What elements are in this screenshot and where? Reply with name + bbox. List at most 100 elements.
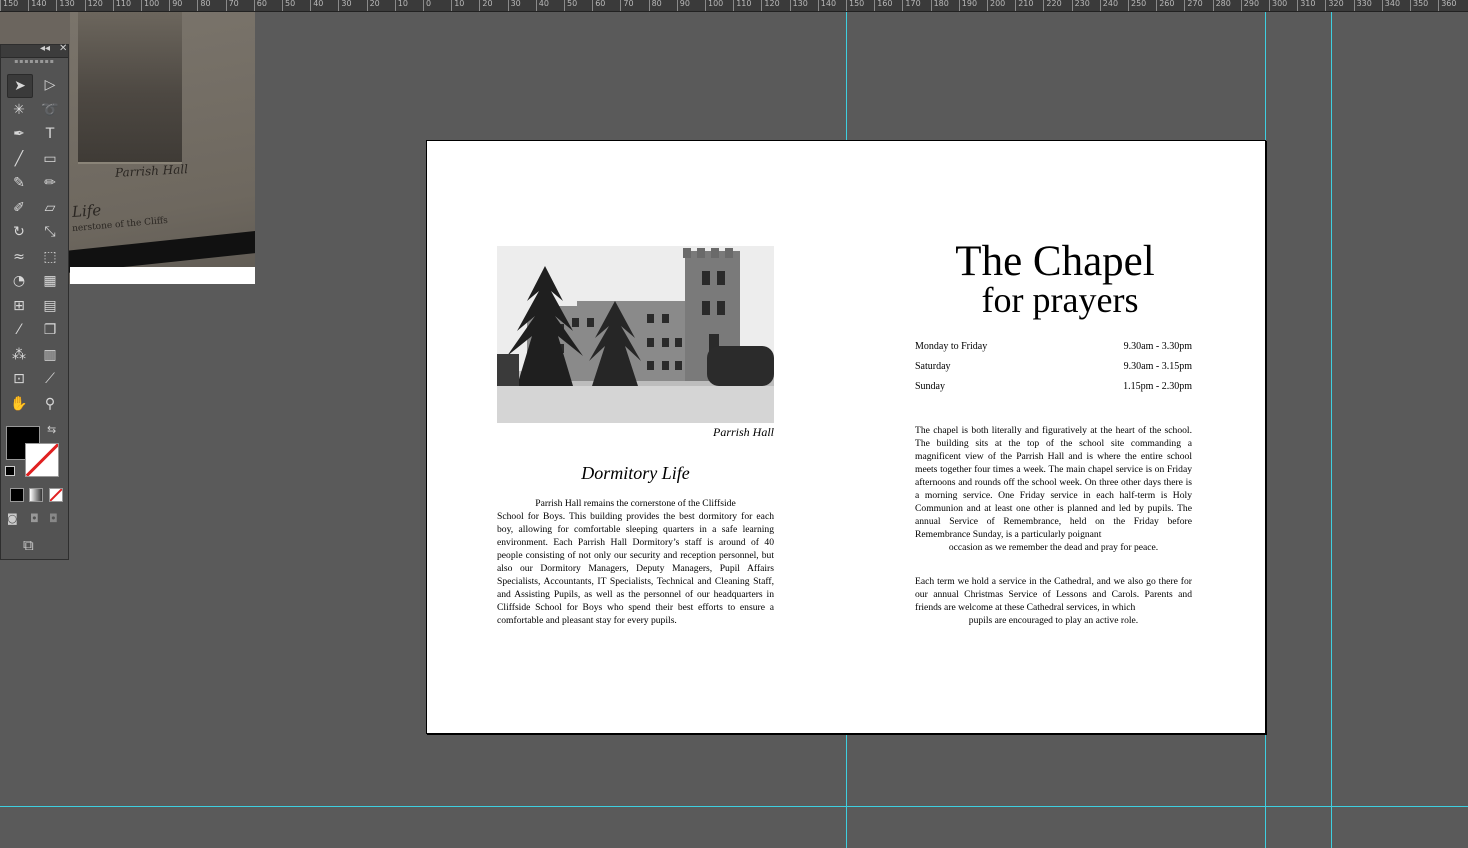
ruler-tick: 60 [253, 0, 267, 11]
chapel-paragraph-2-last-line: pupils are encouraged to play an active … [968, 615, 1139, 626]
none-mode-icon[interactable] [49, 488, 63, 502]
brush-icon: ✎ [13, 175, 25, 191]
tools-panel[interactable]: ◂◂ ✕ ▪▪▪▪▪▪▪▪ ⇆ ◙ ◘ ◘ ⧉ ➤ ▷ ✳ ➰ ✒ T ╱ ▭ ✎ ✏ ✐ ▱ ↻ ⤡ ≈ ⬚… [0, 43, 69, 560]
eyedropper-tool[interactable]: ⁄ [7, 319, 31, 341]
ruler-tick: 70 [225, 0, 239, 11]
tools-panel-titlebar[interactable]: ◂◂ ✕ [1, 43, 68, 58]
close-icon[interactable]: ✕ [59, 43, 67, 54]
free-transform-tool[interactable]: ⬚ [38, 246, 62, 268]
chapel-title[interactable]: The Chapel [900, 240, 1210, 284]
rectangle-icon: ▭ [43, 150, 57, 167]
horizontal-ruler[interactable]: 150 140 130 120 110 100 90 80 70 60 50 40 30 20 10 0 10 2… [0, 0, 1468, 12]
gradient-tool[interactable]: ▤ [38, 295, 62, 317]
shape-builder-tool[interactable]: ◔ [7, 270, 31, 292]
ruler-tick: 80 [197, 0, 211, 11]
scale-tool[interactable]: ⤡ [38, 221, 62, 243]
ruler-tick: 270 [1184, 0, 1203, 11]
ruler-tick: 50 [564, 0, 577, 11]
slice-icon: ⟋ [45, 371, 55, 387]
pen-icon: ✒ [13, 126, 25, 142]
line-icon: ╱ [14, 150, 24, 167]
pasteboard-title-fragment: Life [71, 201, 102, 221]
rectangle-tool[interactable]: ▭ [38, 148, 62, 170]
ruler-tick: 240 [1099, 0, 1118, 11]
ruler-tick: 60 [592, 0, 605, 11]
pen-tool[interactable]: ✒ [7, 123, 31, 145]
dormitory-title[interactable]: Dormitory Life [497, 463, 774, 484]
direct-selection-tool[interactable]: ▷ [38, 74, 62, 96]
arrow-icon: ➤ [14, 78, 26, 94]
magic-wand-tool[interactable]: ✳ [7, 99, 31, 121]
paintbrush-tool[interactable]: ✎ [7, 172, 31, 194]
chapel-subtitle[interactable]: for prayers [900, 281, 1220, 319]
perspective-grid-tool[interactable]: ▦ [38, 270, 62, 292]
mesh-tool[interactable]: ⊞ [7, 295, 31, 317]
rotate-tool[interactable]: ↻ [7, 221, 31, 243]
eraser-tool[interactable]: ▱ [38, 197, 62, 219]
line-tool[interactable]: ╱ [7, 148, 31, 170]
perspective-grid-icon: ▦ [43, 273, 57, 289]
chapel-paragraph-2[interactable]: Each term we hold a service in the Cathe… [915, 575, 1192, 627]
ruler-tick: 100 [705, 0, 723, 11]
schedule-day: Sunday [915, 381, 945, 392]
ruler-tick: 220 [1043, 0, 1062, 11]
blend-tool[interactable]: ❐ [38, 319, 62, 341]
ruler-tick: 40 [310, 0, 323, 11]
service-schedule[interactable]: Monday to Friday 9.30am - 3.30pm Saturda… [915, 340, 1192, 400]
zoom-tool[interactable]: ⚲ [38, 393, 62, 415]
color-mode-icon[interactable] [10, 488, 24, 502]
artboard-icon: ⊡ [13, 371, 25, 387]
warp-tool[interactable]: ≈ [7, 246, 31, 268]
pencil-tool[interactable]: ✏ [38, 172, 62, 194]
schedule-time: 9.30am - 3.15pm [1123, 361, 1192, 372]
hand-tool[interactable]: ✋ [7, 393, 31, 415]
lasso-tool[interactable]: ➰ [38, 99, 62, 121]
symbol-sprayer-tool[interactable]: ⁂ [7, 344, 31, 366]
dormitory-body[interactable]: Parrish Hall remains the cornerstone of … [497, 497, 774, 627]
schedule-day: Saturday [915, 361, 951, 372]
type-icon: T [45, 126, 55, 142]
ruler-tick: 250 [1128, 0, 1146, 11]
chapel-paragraph-1-last-line: occasion as we remember the dead and pra… [948, 542, 1159, 553]
ruler-tick: 0 [423, 0, 431, 11]
stroke-swatch[interactable] [25, 443, 59, 477]
column-graph-tool[interactable]: ▥ [38, 344, 62, 366]
ruler-tick: 350 [1410, 0, 1428, 11]
ruler-tick: 190 [958, 0, 977, 11]
draw-inside-icon[interactable]: ◘ [49, 512, 58, 525]
white-arrow-icon: ▷ [44, 77, 56, 93]
panel-grip[interactable]: ▪▪▪▪▪▪▪▪ [1, 58, 68, 66]
ruler-tick: 320 [1325, 0, 1344, 11]
horizontal-guide[interactable] [0, 806, 1468, 807]
swap-colors-icon[interactable]: ⇆ [47, 423, 56, 436]
ruler-tick: 230 [1071, 0, 1090, 11]
selection-tool[interactable]: ➤ [7, 74, 33, 98]
gradient-icon: ▤ [43, 297, 57, 314]
ruler-tick: 120 [84, 0, 103, 11]
slice-tool[interactable]: ⟋ [38, 368, 62, 390]
default-colors-icon[interactable] [5, 466, 15, 476]
collapse-icon[interactable]: ◂◂ [40, 43, 50, 54]
ruler-tick: 140 [817, 0, 836, 11]
draw-behind-icon[interactable]: ◘ [30, 512, 39, 525]
artboard-tool[interactable]: ⊡ [7, 368, 31, 390]
vertical-guide[interactable] [1331, 12, 1332, 848]
zoom-icon: ⚲ [44, 395, 56, 412]
photo-caption: Parrish Hall [712, 425, 774, 439]
hand-icon: ✋ [10, 395, 28, 412]
ruler-tick: 30 [338, 0, 352, 11]
white-strip [70, 267, 255, 284]
chapel-paragraph-2-text: Each term we hold a service in the Cathe… [915, 576, 1192, 613]
screen-mode-icon[interactable]: ⧉ [23, 536, 34, 554]
type-tool[interactable]: T [38, 123, 62, 145]
chapel-paragraph-1[interactable]: The chapel is both literally and figurat… [915, 424, 1192, 554]
ruler-tick: 40 [535, 0, 549, 11]
ruler-tick: 30 [507, 0, 521, 11]
mesh-icon: ⊞ [13, 297, 25, 314]
parrish-hall-photo[interactable] [497, 246, 774, 423]
blob-brush-tool[interactable]: ✐ [7, 197, 31, 219]
ruler-tick: 90 [169, 0, 182, 11]
gradient-mode-icon[interactable] [29, 488, 43, 502]
draw-normal-icon[interactable]: ◙ [7, 512, 18, 525]
ruler-tick: 10 [451, 0, 464, 11]
